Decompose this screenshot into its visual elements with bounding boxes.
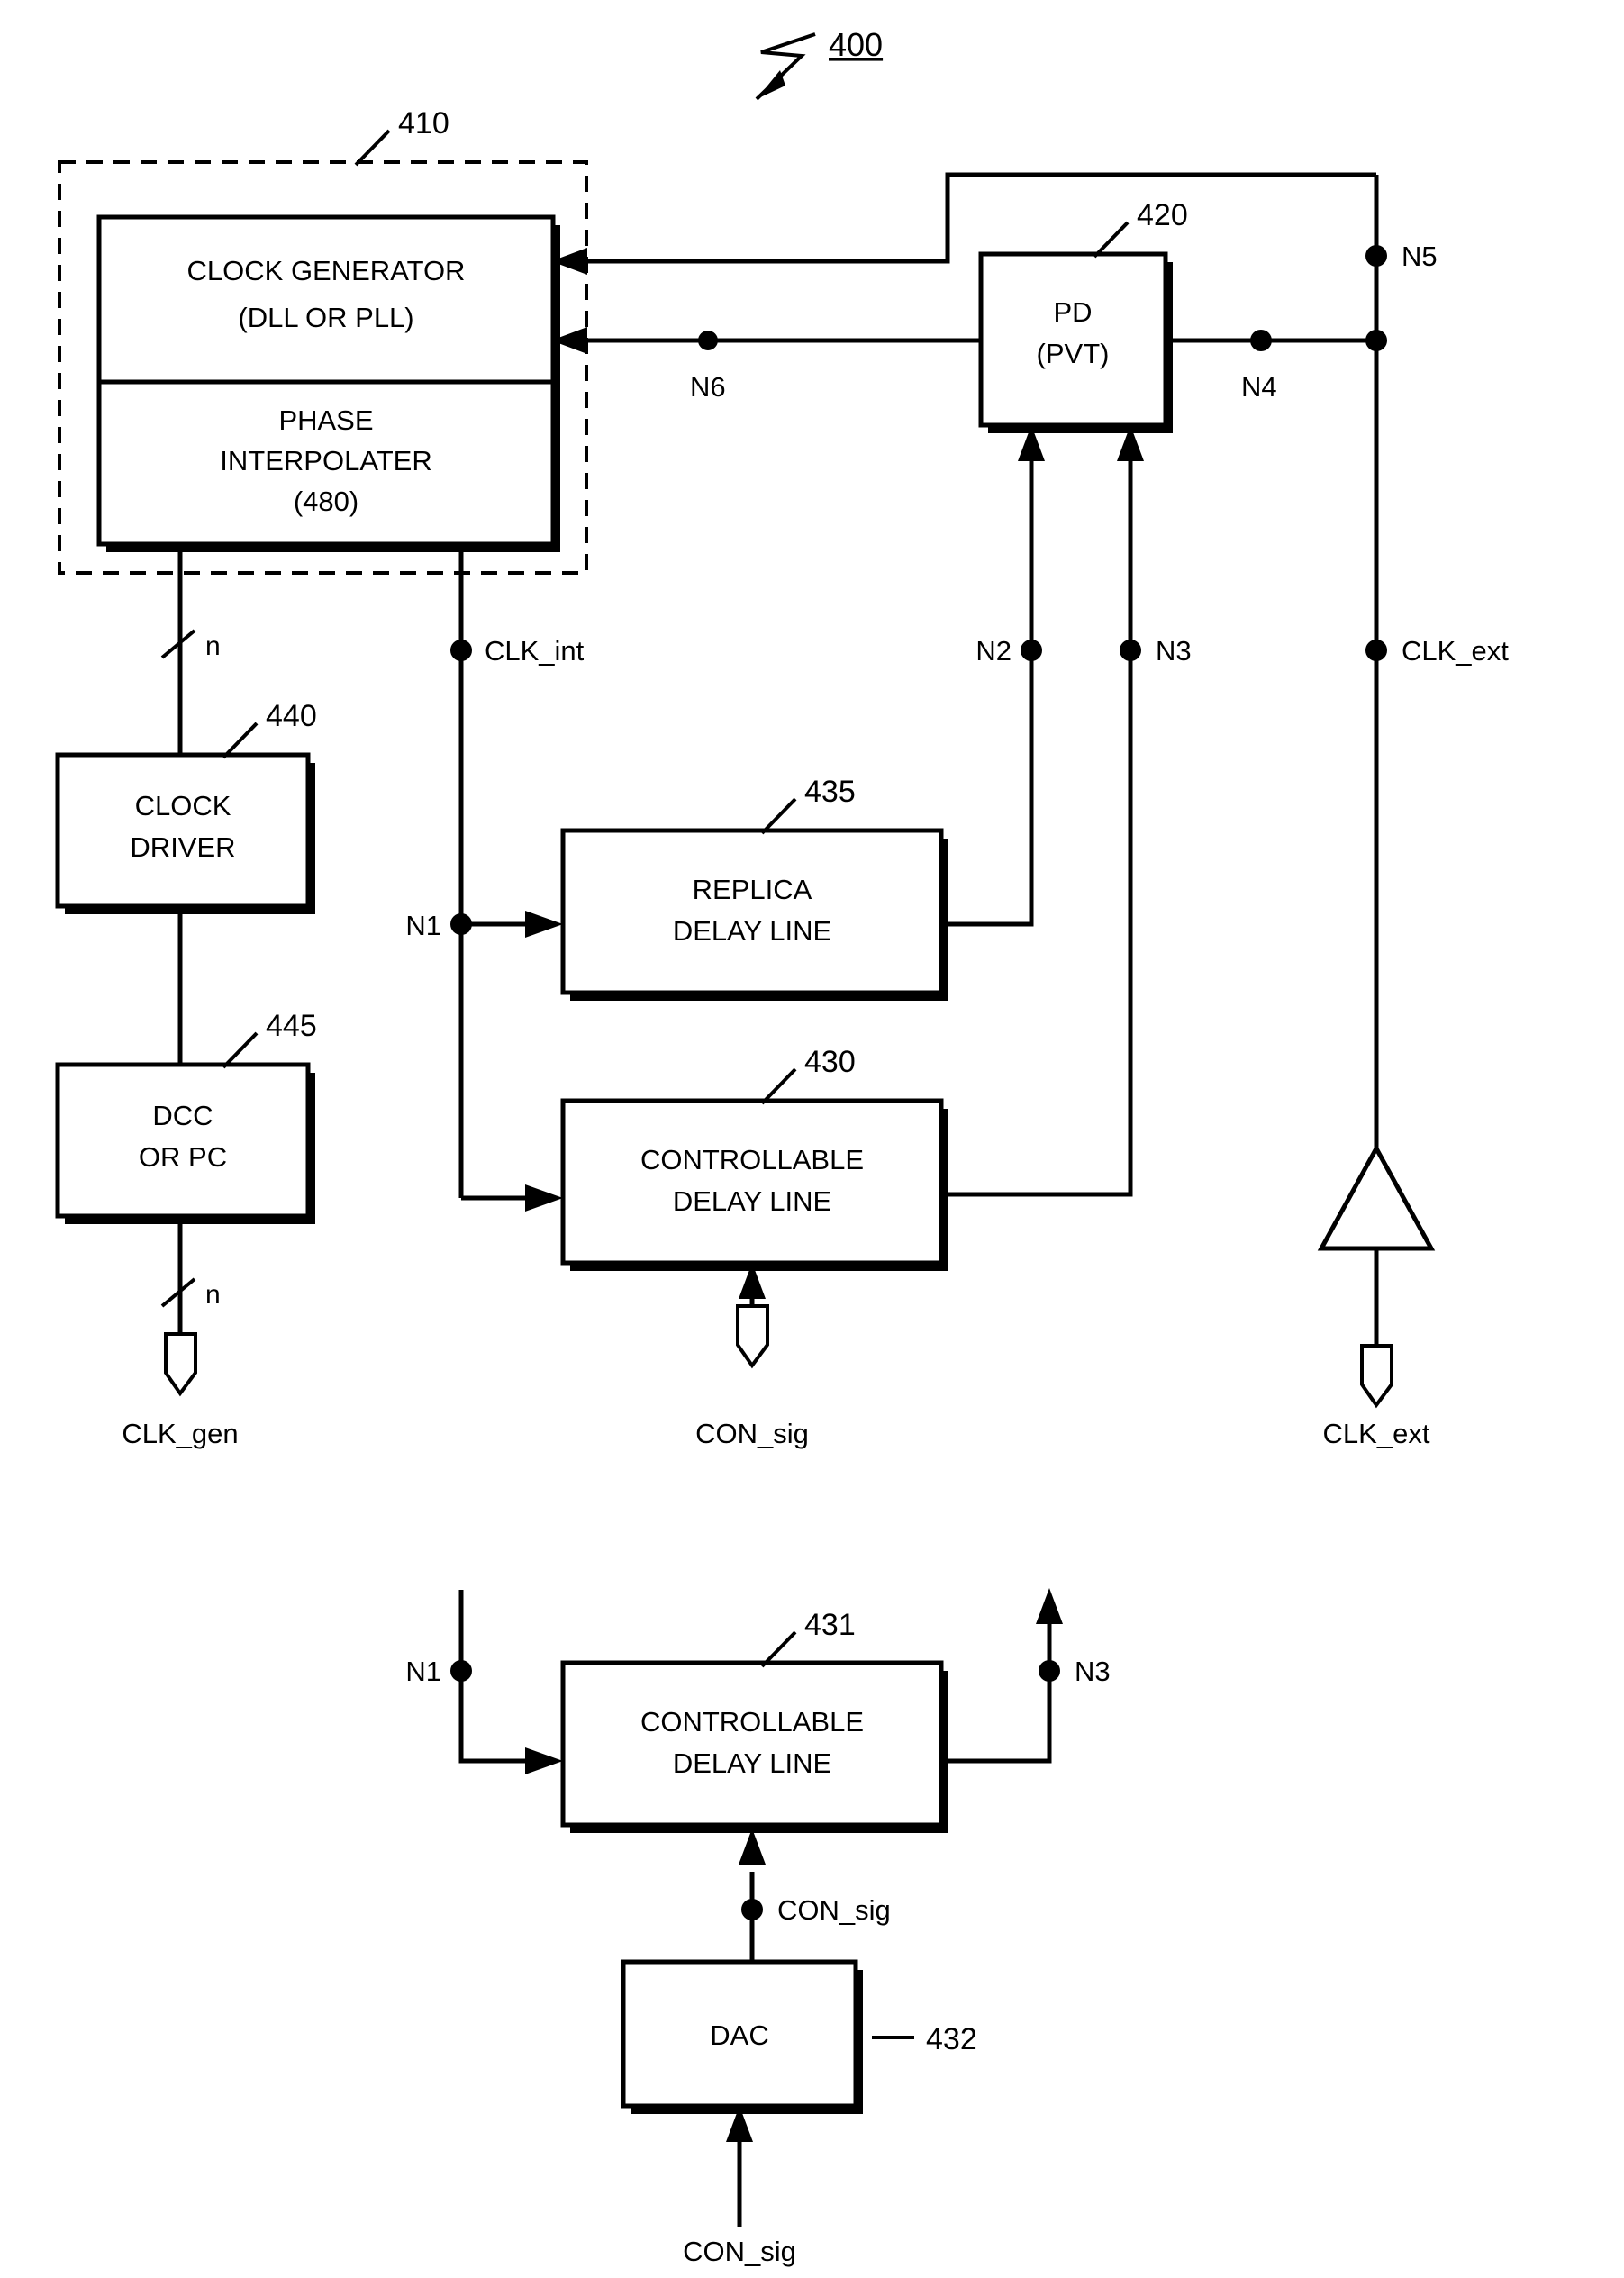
n5-junction-dot xyxy=(1365,245,1387,267)
ref-420-label: 420 xyxy=(1137,198,1188,232)
n1-lower-junction-dot xyxy=(450,1660,472,1682)
ref-432-label: 432 xyxy=(926,2022,977,2056)
dcc-or-pc-line1: DCC xyxy=(152,1100,213,1131)
node-n3-lower-label: N3 xyxy=(1075,1656,1111,1687)
n3-lower-wire xyxy=(941,1588,1063,1764)
clk-ext-node-label: CLK_ext xyxy=(1402,635,1509,667)
n6-junction-dot xyxy=(698,331,718,350)
clk-ext-buffer xyxy=(1317,1143,1436,1409)
n1-lower-wire xyxy=(450,1590,563,1774)
ref-431-label: 431 xyxy=(804,1608,856,1642)
ref-420-leader xyxy=(1093,221,1130,259)
replica-delay-line-line1: REPLICA xyxy=(693,874,812,905)
cdl2-input-arrow xyxy=(525,1747,563,1774)
clock-generator-line2: (DLL OR PLL) xyxy=(238,302,413,333)
figure-number-lead xyxy=(755,32,816,101)
n4-n5-junction-dot xyxy=(1365,330,1387,351)
clk-int-wire xyxy=(450,544,472,1198)
ref-440-label: 440 xyxy=(266,699,317,733)
node-n2-label: N2 xyxy=(975,635,1012,667)
bus-width-bottom-label: n xyxy=(205,1280,221,1310)
clk-int-to-cdl-wire xyxy=(461,1184,563,1212)
con-sig-into-dac xyxy=(726,2106,753,2227)
node-n3-label: N3 xyxy=(1156,635,1192,667)
clock-gen-n-bus xyxy=(160,544,196,755)
con-sig-input-port-icon xyxy=(736,1304,769,1369)
n1-to-replica-wire xyxy=(461,911,563,938)
con-sig-lower-wire xyxy=(739,1829,766,1962)
clk-ext-input-port-icon xyxy=(1360,1344,1393,1409)
replica-delay-line-line2: DELAY LINE xyxy=(673,915,831,947)
con-sig-lower-junction-dot xyxy=(741,1899,763,1920)
ref-445-leader xyxy=(222,1031,259,1069)
clk-int-label: CLK_int xyxy=(485,635,585,667)
con-sig-into-cdl xyxy=(736,1263,769,1369)
dac-label: DAC xyxy=(710,2019,768,2051)
node-n1-label: N1 xyxy=(405,910,441,941)
cdl-out-n3-wire xyxy=(941,425,1144,1197)
controllable-delay-line-2-line2: DELAY LINE xyxy=(673,1747,831,1779)
phase-interpolater-line3: (480) xyxy=(294,486,358,517)
ref-430-leader xyxy=(760,1067,797,1105)
clk-ext-junction-dot xyxy=(1365,640,1387,661)
n6-wire xyxy=(551,327,981,354)
clk-gen-output-port-icon xyxy=(164,1332,197,1397)
con-sig-lower-port-label: CON_sig xyxy=(683,2236,796,2267)
clk-gen-port-label: CLK_gen xyxy=(122,1418,238,1449)
n4-n5-rail xyxy=(1166,175,1387,1360)
replica-out-n2-wire xyxy=(941,425,1045,927)
controllable-delay-line-line2: DELAY LINE xyxy=(673,1185,831,1217)
ref-435-label: 435 xyxy=(804,775,856,809)
n3-lower-junction-dot xyxy=(1039,1660,1060,1682)
n3-junction-dot xyxy=(1120,640,1141,661)
replica-input-arrow xyxy=(525,911,563,938)
node-n6-label: N6 xyxy=(690,371,726,403)
pd-line1: PD xyxy=(1053,296,1092,328)
cdl2-control-arrow xyxy=(739,1829,766,1865)
patent-figure-page: 400 410 CLOCK GENERATOR (DLL OR PLL) PHA… xyxy=(0,0,1624,2278)
ref-445-label: 445 xyxy=(266,1009,317,1043)
phase-interpolater-line1: PHASE xyxy=(278,404,373,436)
controllable-delay-line-2-line1: CONTROLLABLE xyxy=(640,1706,864,1738)
ref-435-leader xyxy=(760,797,797,835)
node-n4-label: N4 xyxy=(1241,371,1277,403)
pd-line2: (PVT) xyxy=(1037,338,1110,369)
node-n1-lower-label: N1 xyxy=(405,1656,441,1687)
n3-lower-out-arrow xyxy=(1036,1588,1063,1624)
figure-number: 400 xyxy=(829,26,883,63)
clk-int-junction-dot xyxy=(450,640,472,661)
clk-gen-output xyxy=(160,1216,197,1397)
ref-410-label: 410 xyxy=(398,106,449,141)
patent-diagram-400: 400 410 CLOCK GENERATOR (DLL OR PLL) PHA… xyxy=(55,26,1509,2267)
lead-arrowhead-icon xyxy=(757,70,785,99)
controllable-delay-line-line1: CONTROLLABLE xyxy=(640,1144,864,1175)
ref-440-leader xyxy=(222,722,259,759)
bus-width-top-label: n xyxy=(205,631,221,661)
cdl-input-arrow xyxy=(525,1184,563,1212)
n4-junction-dot xyxy=(1250,330,1272,351)
ref-430-label: 430 xyxy=(804,1045,856,1079)
con-sig-lower-node-label: CON_sig xyxy=(777,1894,891,1926)
con-sig-port-label: CON_sig xyxy=(695,1418,809,1449)
n2-junction-dot xyxy=(1021,640,1042,661)
clock-generator-line1: CLOCK GENERATOR xyxy=(187,255,466,286)
n5-feedback-wire xyxy=(551,172,1376,275)
clock-driver-line1: CLOCK xyxy=(135,790,231,821)
clk-ext-port-label: CLK_ext xyxy=(1323,1418,1430,1449)
clock-driver-line2: DRIVER xyxy=(130,831,235,863)
ref-410-leader xyxy=(354,129,391,167)
node-n5-label: N5 xyxy=(1402,241,1438,272)
dcc-or-pc-line2: OR PC xyxy=(139,1141,227,1173)
phase-interpolater-line2: INTERPOLATER xyxy=(220,445,431,476)
